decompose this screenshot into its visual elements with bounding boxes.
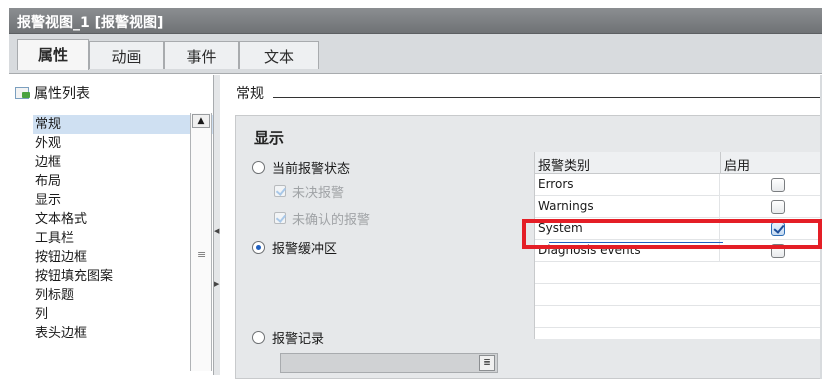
tab-events[interactable]: 事件 — [164, 41, 239, 69]
property-list-scrollbar[interactable]: ▲ ≡ — [190, 113, 212, 371]
radio-current-alarm-state[interactable] — [252, 161, 265, 174]
property-editor-pane: 常规 显示 当前报警状态 未决报警 未确认的报警 报警缓冲区 报警记录 ≣ 报警… — [221, 75, 822, 379]
table-row[interactable]: System — [535, 218, 822, 240]
property-item-button-fill[interactable]: 按钮填充图案 — [33, 267, 213, 286]
property-item-column[interactable]: 列 — [33, 305, 213, 324]
property-item-column-header[interactable]: 列标题 — [33, 286, 213, 305]
collapse-left-arrow-icon[interactable]: ◀ — [214, 227, 219, 235]
column-header-alarm-class[interactable]: 报警类别 — [535, 152, 721, 174]
table-row — [535, 306, 822, 328]
tab-texts[interactable]: 文本 — [239, 41, 319, 69]
alarm-class-name: Warnings — [535, 196, 720, 218]
table-row[interactable]: Errors — [535, 174, 822, 196]
property-list-title: 属性列表 — [34, 86, 90, 102]
alarm-class-name: Errors — [535, 174, 720, 196]
scroll-up-arrow-icon[interactable]: ▲ — [192, 114, 210, 128]
property-list-pane: 属性列表 常规 外观 边框 布局 显示 文本格式 工具栏 按钮边框 按钮填充图案… — [9, 75, 214, 375]
property-item-border[interactable]: 边框 — [33, 153, 213, 172]
pane-splitter[interactable]: ◀ ▶ — [214, 75, 220, 375]
alarm-log-selector: ≣ — [280, 353, 498, 373]
table-row — [535, 284, 822, 306]
property-item-appearance[interactable]: 外观 — [33, 134, 213, 153]
property-item-general[interactable]: 常规 — [33, 115, 213, 134]
option-current-alarm-state-label: 当前报警状态 — [272, 162, 351, 177]
property-item-display[interactable]: 显示 — [33, 191, 213, 210]
option-alarm-buffer-label: 报警缓冲区 — [272, 242, 338, 257]
table-row[interactable]: Diagnosis events — [535, 240, 822, 262]
window-title: 报警视图_1 [报警视图] — [9, 8, 822, 34]
expand-right-arrow-icon[interactable]: ▶ — [214, 280, 219, 288]
row-selection-underline — [549, 242, 723, 243]
enabled-checkbox[interactable] — [771, 222, 785, 236]
property-list: 常规 外观 边框 布局 显示 文本格式 工具栏 按钮边框 按钮填充图案 列标题 … — [33, 115, 213, 343]
property-item-button-border[interactable]: 按钮边框 — [33, 248, 213, 267]
section-divider — [273, 97, 822, 98]
radio-alarm-buffer[interactable] — [252, 241, 265, 254]
option-unacknowledged-alarms-label: 未确认的报警 — [292, 213, 371, 228]
table-row — [535, 262, 822, 284]
alarm-class-table: 报警类别 启用 Errors Warnings System Diagnosis… — [534, 152, 822, 339]
table-row[interactable]: Warnings — [535, 196, 822, 218]
property-item-text-format[interactable]: 文本格式 — [33, 210, 213, 229]
checkbox-unacknowledged-alarms — [274, 212, 286, 224]
checkbox-unresolved-alarms — [274, 185, 286, 197]
property-item-layout[interactable]: 布局 — [33, 172, 213, 191]
option-unresolved-alarms-label: 未决报警 — [292, 186, 345, 201]
tab-properties[interactable]: 属性 — [17, 39, 89, 70]
tab-animations[interactable]: 动画 — [89, 41, 164, 69]
property-item-header-border[interactable]: 表头边框 — [33, 324, 213, 343]
enabled-checkbox[interactable] — [771, 200, 785, 214]
scroll-grip-icon[interactable]: ≡ — [197, 248, 206, 261]
column-header-enabled[interactable]: 启用 — [721, 152, 822, 174]
option-alarm-log-label: 报警记录 — [272, 332, 325, 347]
alarm-class-name: System — [535, 218, 720, 240]
tab-bar: 属性 动画 事件 文本 — [9, 34, 822, 74]
display-panel-title: 显示 — [254, 129, 285, 147]
property-list-header: 属性列表 — [15, 83, 90, 103]
alarm-class-name: Diagnosis events — [535, 240, 720, 262]
radio-alarm-log[interactable] — [252, 331, 265, 344]
property-list-icon — [15, 87, 30, 99]
list-picker-icon: ≣ — [479, 355, 495, 371]
enabled-checkbox[interactable] — [771, 178, 785, 192]
property-item-toolbar[interactable]: 工具栏 — [33, 229, 213, 248]
section-title: 常规 — [236, 86, 264, 102]
enabled-checkbox[interactable] — [771, 244, 785, 258]
